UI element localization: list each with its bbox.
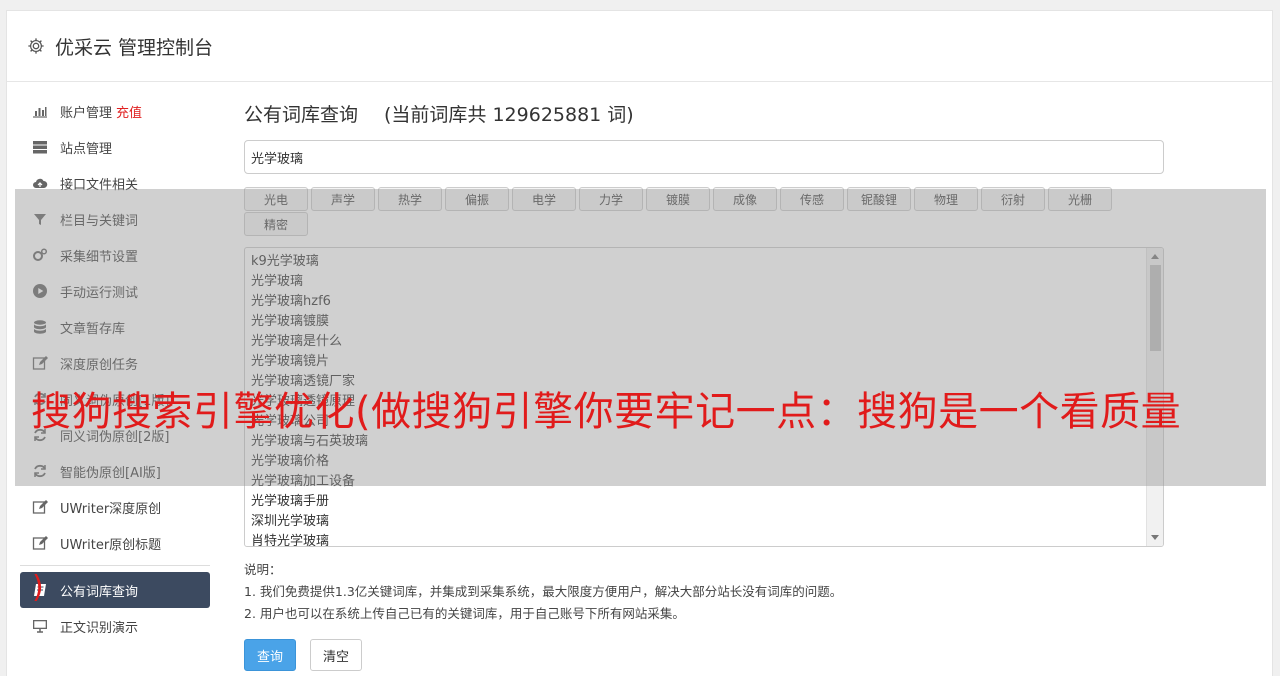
sidebar-divider <box>20 565 210 566</box>
sidebar-item-public-dictionary[interactable]: 公有词库查询 <box>20 572 210 608</box>
instructions-title: 说明： <box>244 562 282 577</box>
clear-button[interactable]: 清空 <box>310 639 363 671</box>
sidebar-item-label: 正文识别演示 <box>60 620 139 636</box>
overlay-headline: 搜狗搜索引擎优化(做搜狗引擎你要牢记一点：搜狗是一个看质量 <box>31 389 1182 435</box>
overlay-headline-tail: ) <box>32 570 44 605</box>
action-buttons: 查询 清空 <box>244 639 1166 671</box>
page-title-text: 公有词库查询 <box>244 104 359 126</box>
scroll-down-arrow-icon[interactable] <box>1151 535 1159 540</box>
page-title: 公有词库查询 (当前词库共 129625881 词) <box>244 100 1166 130</box>
instruction-line: 1. 我们免费提供1.3亿关键词库，并集成到采集系统，最大限度方便用户，解决大部… <box>244 584 843 599</box>
sidebar-item-label: 账户管理 <box>60 105 113 121</box>
sidebar-item-label: 站点管理 <box>60 141 113 157</box>
list-item[interactable]: 肖特光学玻璃 <box>251 532 1157 546</box>
list-item[interactable]: 光学玻璃手册 <box>251 492 1157 512</box>
sidebar-item-account[interactable]: 账户管理 充值 <box>20 93 210 129</box>
gear-icon <box>27 37 45 55</box>
instructions: 说明： 1. 我们免费提供1.3亿关键词库，并集成到采集系统，最大限度方便用户，… <box>244 559 1166 625</box>
recharge-link[interactable]: 充值 <box>116 102 142 121</box>
instruction-line: 2. 用户也可以在系统上传自己已有的关键词库，用于自己账号下所有网站采集。 <box>244 606 685 621</box>
dictionary-count: (当前词库共 129625881 词) <box>384 104 634 126</box>
sidebar-item-sites[interactable]: 站点管理 <box>20 129 210 165</box>
server-icon <box>32 139 48 155</box>
query-button[interactable]: 查询 <box>244 639 297 671</box>
bar-chart-icon <box>32 103 48 119</box>
list-item[interactable]: 深圳光学玻璃 <box>251 512 1157 532</box>
edit-icon <box>32 535 48 551</box>
sidebar-item-text-recognition[interactable]: 正文识别演示 <box>20 608 210 644</box>
sidebar-item-uwriter-deep[interactable]: UWriter深度原创 <box>20 489 210 525</box>
keyword-search-input[interactable] <box>244 140 1164 174</box>
sidebar-item-label: UWriter原创标题 <box>60 537 162 553</box>
edit-icon <box>32 499 48 515</box>
monitor-icon <box>32 618 48 634</box>
sidebar-item-label: UWriter深度原创 <box>60 501 162 517</box>
header: 优采云 管理控制台 <box>7 11 1272 82</box>
banner-overlay <box>15 189 1266 486</box>
app-title: 优采云 管理控制台 <box>55 36 214 59</box>
sidebar-item-uwriter-title[interactable]: UWriter原创标题 <box>20 525 210 561</box>
sidebar-item-label: 公有词库查询 <box>60 584 139 600</box>
